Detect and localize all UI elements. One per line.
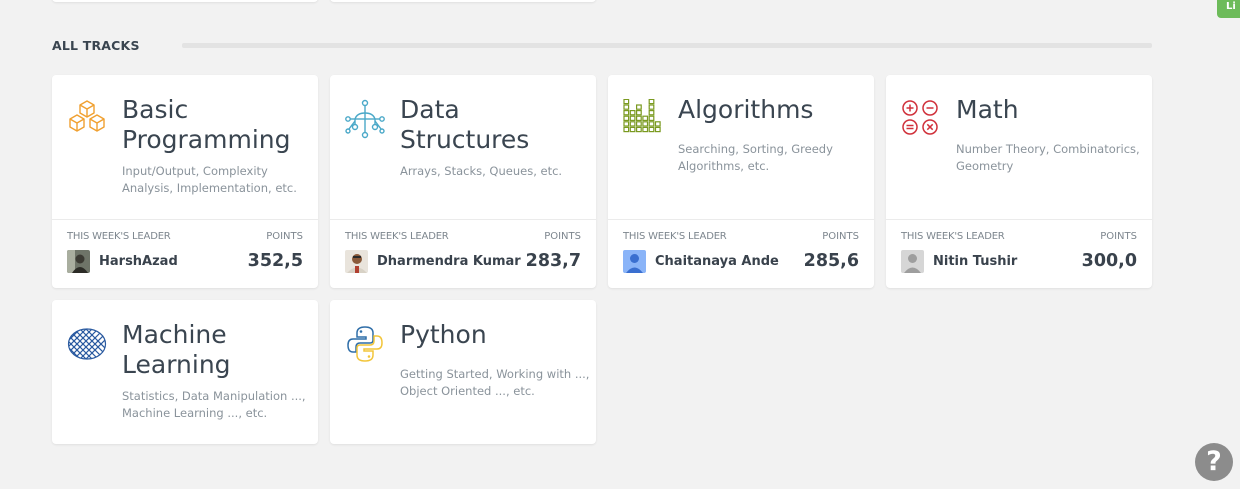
section-title: ALL TRACKS [52,38,140,53]
previous-card-stub [330,0,596,2]
section-divider [182,43,1152,48]
previous-card-stub [52,0,318,2]
leader-name[interactable]: Nitin Tushir [933,254,1017,269]
mesh-icon [67,324,107,364]
leader-label: THIS WEEK'S LEADER [623,231,727,242]
leader-points: 352,5 [247,251,303,271]
track-description: Arrays, Stacks, Queues, etc. [400,164,563,178]
leader-label: THIS WEEK'S LEADER [67,231,171,242]
side-tab[interactable]: Li [1217,0,1240,18]
leader-points: 283,7 [525,251,581,271]
grid-bars-icon [623,98,663,139]
track-card-data-structures[interactable]: Data Structures Arrays, Stacks, Queues, … [330,75,596,288]
track-description: Getting Started, Working with ..., Objec… [400,367,590,398]
math-operators-icon [901,99,941,139]
leader-footer: THIS WEEK'S LEADER POINTS Dharmendra Kum… [330,219,596,288]
track-title[interactable]: Python [400,320,588,350]
track-card-math[interactable]: Math Number Theory, Combinatorics, Geome… [886,75,1152,288]
track-card-algorithms[interactable]: Algorithms Searching, Sorting, Greedy Al… [608,75,874,288]
leader-footer: THIS WEEK'S LEADER POINTS Nitin Tushir 3… [886,219,1152,288]
points-label: POINTS [822,231,859,242]
track-title[interactable]: Algorithms [678,95,866,125]
track-card-python[interactable]: Python Getting Started, Working with ...… [330,300,596,444]
python-icon [345,324,385,364]
track-title[interactable]: Math [956,95,1144,125]
avatar[interactable] [901,250,924,273]
track-description: Statistics, Data Manipulation ..., Machi… [122,389,306,420]
tree-icon [345,99,385,139]
track-title[interactable]: Basic Programming [122,95,310,155]
leader-points: 300,0 [1081,251,1137,271]
leader-footer: THIS WEEK'S LEADER POINTS HarshAzad 352,… [52,219,318,288]
track-description: Number Theory, Combinatorics, Geometry [956,142,1140,173]
avatar[interactable] [623,250,646,273]
points-label: POINTS [266,231,303,242]
avatar[interactable] [67,250,90,273]
leader-name[interactable]: Chaitanaya Ande [655,254,779,269]
leader-name[interactable]: Dharmendra Kumar [377,254,521,269]
leader-label: THIS WEEK'S LEADER [345,231,449,242]
avatar[interactable] [345,250,368,273]
track-title[interactable]: Machine Learning [122,320,310,380]
points-label: POINTS [1100,231,1137,242]
cubes-icon [67,99,107,139]
track-description: Input/Output, Complexity Analysis, Imple… [122,164,297,195]
track-card-machine-learning[interactable]: Machine Learning Statistics, Data Manipu… [52,300,318,444]
leader-name[interactable]: HarshAzad [99,254,178,269]
track-title[interactable]: Data Structures [400,95,588,155]
leader-label: THIS WEEK'S LEADER [901,231,1005,242]
help-icon[interactable]: ? [1195,443,1233,481]
track-card-basic-programming[interactable]: Basic Programming Input/Output, Complexi… [52,75,318,288]
leader-footer: THIS WEEK'S LEADER POINTS Chaitanaya And… [608,219,874,288]
points-label: POINTS [544,231,581,242]
leader-points: 285,6 [803,251,859,271]
track-description: Searching, Sorting, Greedy Algorithms, e… [678,142,833,173]
